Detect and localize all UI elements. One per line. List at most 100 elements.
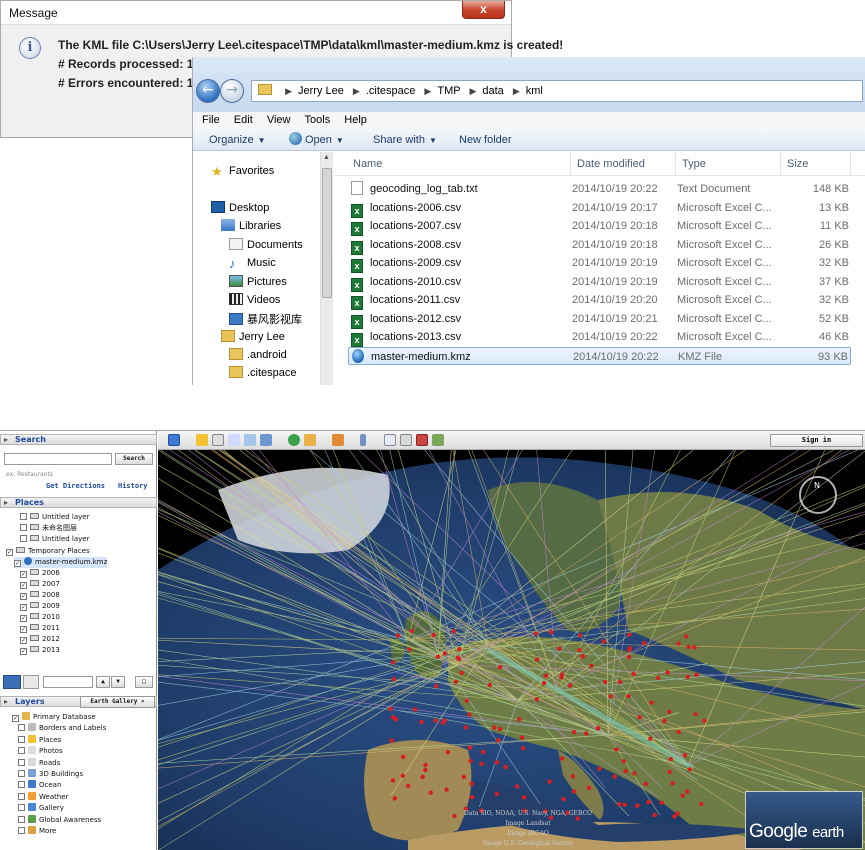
location-dot[interactable] xyxy=(685,789,690,794)
nav-android[interactable]: .android xyxy=(229,348,287,361)
location-dot[interactable] xyxy=(687,767,692,772)
file-row[interactable]: x locations-2006.csv 2014/10/19 20:17 Micro… xyxy=(348,199,851,218)
checkbox[interactable]: ✓ xyxy=(14,560,21,567)
location-dot[interactable] xyxy=(643,781,648,787)
search-panel-header[interactable]: Search xyxy=(0,434,157,445)
location-dot[interactable] xyxy=(419,719,424,725)
layer-item[interactable]: Roads xyxy=(18,757,60,769)
layer-item[interactable]: Photos xyxy=(18,746,63,757)
column-type[interactable]: Type xyxy=(676,152,781,176)
location-dot[interactable] xyxy=(453,679,459,684)
earth-globe-view[interactable]: N Data SIO, NOAA, U.S. Navy, NGA, GEBCO … xyxy=(158,450,865,850)
checkbox[interactable] xyxy=(20,524,27,531)
location-dot[interactable] xyxy=(435,654,441,659)
nav-pictures[interactable]: Pictures xyxy=(229,275,287,288)
location-dot[interactable] xyxy=(412,707,418,712)
location-dot[interactable] xyxy=(400,754,406,760)
layer-item[interactable]: Gallery xyxy=(18,803,64,814)
checkbox[interactable]: ✓ xyxy=(20,571,27,578)
location-dot[interactable] xyxy=(571,789,577,794)
location-dot[interactable] xyxy=(568,683,573,688)
address-bar[interactable]: ▶ Jerry Lee ▶ .citespace ▶ TMP ▶ data ▶ kml xyxy=(251,80,863,102)
file-row[interactable]: geocoding_log_tab.txt 2014/10/19 20:22 Tex… xyxy=(348,180,851,198)
location-dot[interactable] xyxy=(676,729,681,735)
location-dot[interactable] xyxy=(423,767,428,773)
location-dot[interactable] xyxy=(445,750,451,755)
location-dot[interactable] xyxy=(667,709,672,714)
location-dot[interactable] xyxy=(670,781,675,786)
location-dot[interactable] xyxy=(407,647,412,652)
location-dot[interactable] xyxy=(442,651,448,656)
menu-edit[interactable]: Edit xyxy=(234,114,253,126)
layer-item[interactable]: ✓ Primary Database xyxy=(12,712,96,723)
location-dot[interactable] xyxy=(479,761,484,767)
location-dot[interactable] xyxy=(659,800,664,805)
location-dot[interactable] xyxy=(463,725,468,730)
location-dot[interactable] xyxy=(467,712,472,717)
location-dot[interactable] xyxy=(571,729,577,735)
nav-scrollbar[interactable]: ▲ xyxy=(320,152,333,385)
nav-storm-library[interactable]: 暴风影视库 xyxy=(229,311,302,327)
location-dot[interactable] xyxy=(433,718,438,723)
checkbox[interactable] xyxy=(18,758,25,766)
location-dot[interactable] xyxy=(699,801,704,807)
location-dot[interactable] xyxy=(497,726,503,732)
checkbox[interactable] xyxy=(18,770,25,777)
location-dot[interactable] xyxy=(428,790,433,795)
location-dot[interactable] xyxy=(434,683,439,689)
location-dot[interactable] xyxy=(627,632,632,637)
historical-imagery-icon[interactable] xyxy=(288,434,300,446)
location-dot[interactable] xyxy=(420,774,425,780)
location-dot[interactable] xyxy=(494,760,500,765)
location-dot[interactable] xyxy=(580,654,585,659)
location-dot[interactable] xyxy=(503,764,508,770)
breadcrumb-kml[interactable]: kml xyxy=(526,85,543,97)
checkbox[interactable]: ✓ xyxy=(20,615,27,622)
location-dot[interactable] xyxy=(514,784,520,789)
location-dot[interactable] xyxy=(534,657,540,662)
close-button[interactable]: x xyxy=(462,1,505,19)
location-dot[interactable] xyxy=(406,783,411,789)
location-dot[interactable] xyxy=(652,812,657,818)
location-dot[interactable] xyxy=(584,731,589,736)
checkbox[interactable]: ✓ xyxy=(12,715,19,722)
breadcrumb-citespace[interactable]: .citespace xyxy=(366,85,416,97)
planets-icon[interactable] xyxy=(332,434,344,446)
location-dot[interactable] xyxy=(444,787,449,792)
location-dot[interactable] xyxy=(519,735,525,740)
location-dot[interactable] xyxy=(668,756,674,762)
location-dot[interactable] xyxy=(672,814,677,819)
layer-item[interactable]: Global Awareness xyxy=(18,814,101,826)
checkbox[interactable] xyxy=(18,815,25,823)
ruler-icon[interactable] xyxy=(360,434,366,446)
location-dot[interactable] xyxy=(614,747,619,752)
file-row[interactable]: x locations-2013.csv 2014/10/19 20:22 Micro… xyxy=(348,328,851,347)
location-dot[interactable] xyxy=(631,671,636,677)
location-dot[interactable] xyxy=(646,799,651,805)
file-row[interactable]: x locations-2007.csv 2014/10/19 20:18 Micro… xyxy=(348,217,851,236)
location-dot[interactable] xyxy=(616,801,622,807)
layer-item[interactable]: 3D Buildings xyxy=(18,769,83,780)
location-dot[interactable] xyxy=(676,641,681,646)
location-dot[interactable] xyxy=(487,682,492,688)
file-row[interactable]: master-medium.kmz 2014/10/19 20:22 KMZ Fil… xyxy=(348,346,851,365)
location-dot[interactable] xyxy=(468,759,473,764)
location-dot[interactable] xyxy=(627,647,632,653)
nav-citespace[interactable]: .citespace xyxy=(229,366,297,379)
location-dot[interactable] xyxy=(637,715,642,720)
location-dot[interactable] xyxy=(451,629,456,634)
layer-item[interactable]: Places xyxy=(18,734,61,746)
breadcrumb-data[interactable]: data xyxy=(482,85,503,97)
file-row[interactable]: x locations-2010.csv 2014/10/19 20:19 Micro… xyxy=(348,273,851,292)
places-item[interactable]: ✓ 2012 xyxy=(20,634,60,645)
sunlight-icon[interactable] xyxy=(304,434,316,446)
location-dot[interactable] xyxy=(461,774,467,780)
search-input[interactable] xyxy=(4,453,112,465)
checkbox[interactable]: ✓ xyxy=(20,648,27,655)
column-date[interactable]: Date modified xyxy=(571,152,676,176)
location-dot[interactable] xyxy=(409,628,415,634)
move-up-button[interactable]: ▲ xyxy=(96,676,110,688)
checkbox[interactable]: ✓ xyxy=(20,582,27,589)
checkbox[interactable]: ✓ xyxy=(20,593,27,600)
location-dot[interactable] xyxy=(662,718,667,723)
